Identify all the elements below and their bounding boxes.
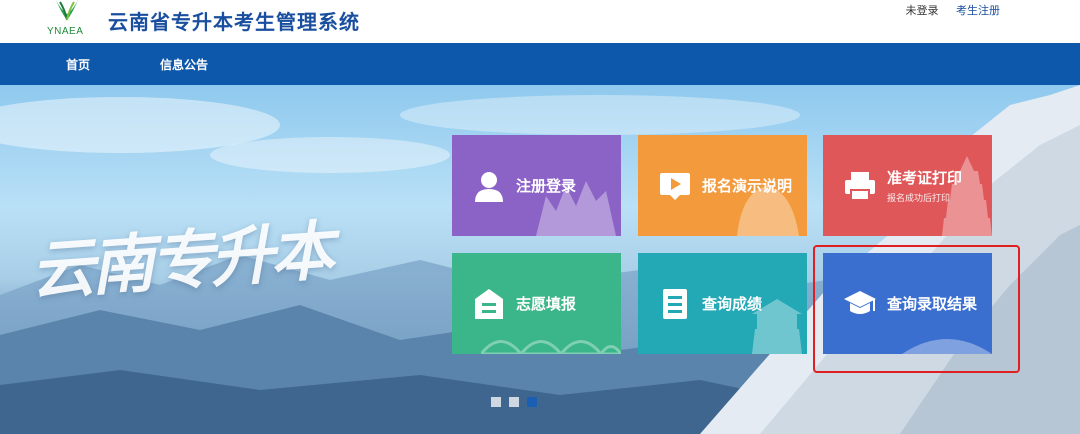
tile-registration-guide[interactable]: 报名演示说明 xyxy=(638,135,807,236)
register-link[interactable]: 考生注册 xyxy=(956,4,1000,17)
logo-text: YNAEA xyxy=(47,26,84,37)
carousel-dot-3[interactable] xyxy=(527,397,537,407)
highlight-box xyxy=(813,245,1020,373)
tile-volunteer-fill[interactable]: 志愿填报 xyxy=(452,253,621,354)
tile-label: 志愿填报 xyxy=(516,295,577,313)
carousel-dot-1[interactable] xyxy=(491,397,501,407)
tower-deco-icon xyxy=(752,299,802,354)
nav-item-announcements[interactable]: 信息公告 xyxy=(160,56,208,73)
form-icon xyxy=(470,285,508,323)
header: YNAEA 云南省专升本考生管理系统 未登录 考生注册 xyxy=(0,0,1080,43)
tile-register-login[interactable]: 注册登录 xyxy=(452,135,621,236)
tile-admission-ticket-print[interactable]: 准考证打印 报名成功后打印 xyxy=(823,135,992,236)
carousel-dot-2[interactable] xyxy=(509,397,519,407)
login-status-link[interactable]: 未登录 xyxy=(906,4,939,17)
pillar-deco-icon xyxy=(536,181,616,236)
bridge-deco-icon xyxy=(481,340,621,354)
pagoda-deco-icon xyxy=(942,156,992,236)
main-nav: 首页 信息公告 xyxy=(0,43,1080,85)
site-title: 云南省专升本考生管理系统 xyxy=(108,10,360,34)
nav-item-home[interactable]: 首页 xyxy=(66,56,90,73)
carousel-dots xyxy=(491,397,537,407)
video-play-icon xyxy=(656,167,694,205)
tile-score-query[interactable]: 查询成绩 xyxy=(638,253,807,354)
user-icon xyxy=(470,167,508,205)
stone-deco-icon xyxy=(737,186,799,236)
banner: 云南专升本 注册登录 报名演示说明 准考证打印 报名成功后打印 志愿填报 查询成… xyxy=(0,85,1080,434)
printer-icon xyxy=(841,167,879,205)
top-links: 未登录 考生注册 xyxy=(892,2,1001,18)
document-icon xyxy=(656,285,694,323)
